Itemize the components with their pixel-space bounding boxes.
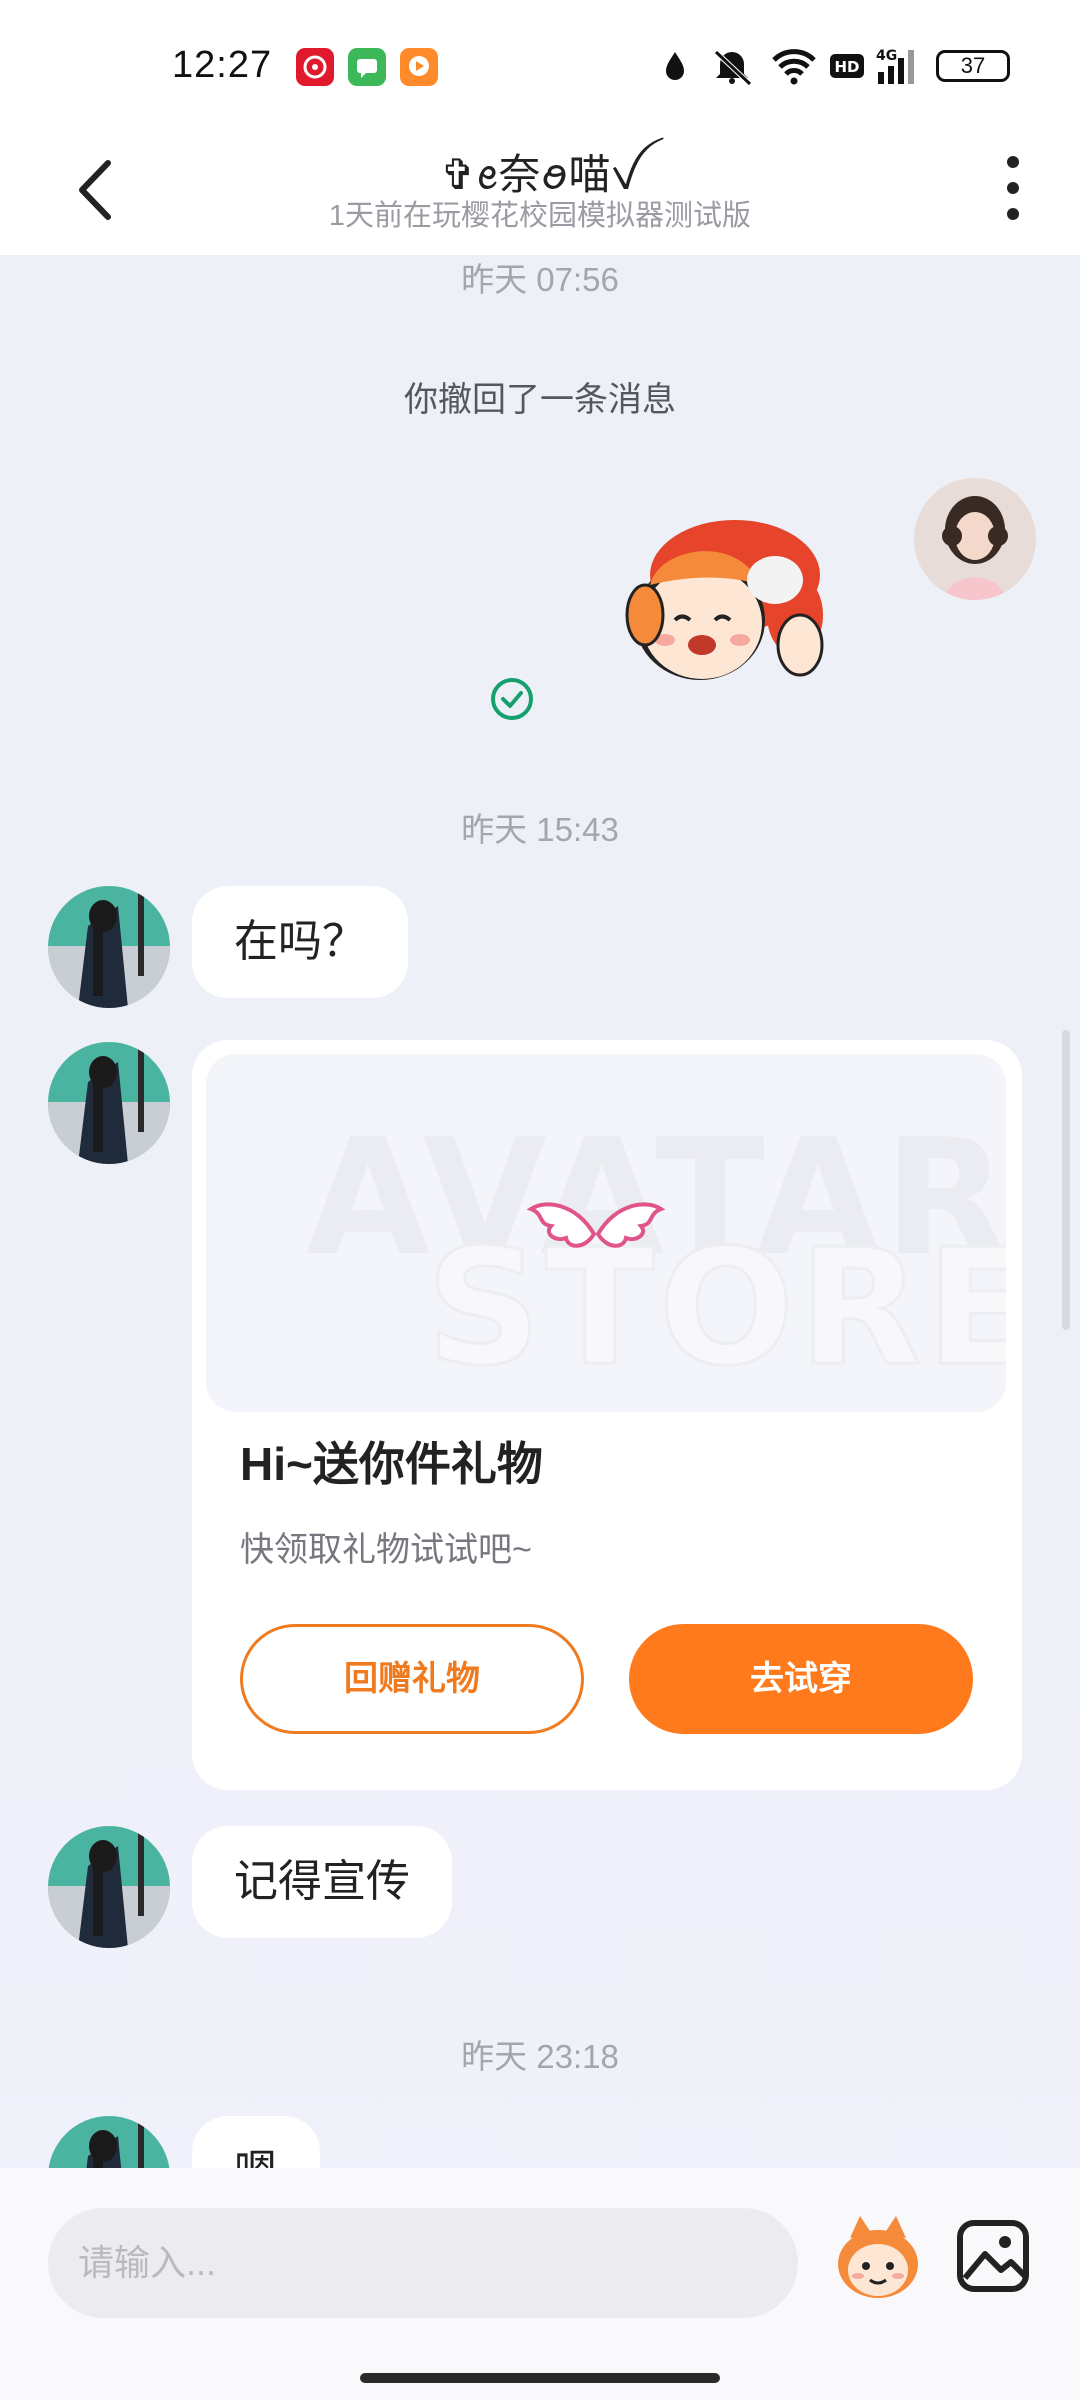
mute-icon bbox=[714, 50, 752, 86]
svg-text:4G: 4G bbox=[876, 48, 897, 64]
chat-header: ✞ꫀ奈ꪮ喵ꪜ 1天前在玩樱花校园模拟器测试版 bbox=[0, 120, 1080, 255]
gift-preview: AVATAR STORE bbox=[206, 1054, 1006, 1412]
status-time: 12:27 bbox=[172, 44, 273, 86]
timestamp: 昨天 23:18 bbox=[461, 2038, 619, 2075]
signal-icon: 4G bbox=[876, 48, 914, 84]
notification-app-icon bbox=[296, 48, 334, 86]
chat-page: 12:27 HD 4G 37 ✞ꫀ奈ꪮ喵ꪜ 1天前在玩樱花校园模拟器测试版 昨天… bbox=[0, 0, 1080, 2400]
my-avatar[interactable] bbox=[914, 478, 1036, 600]
image-picker-icon[interactable] bbox=[955, 2218, 1031, 2294]
wifi-icon bbox=[772, 49, 816, 85]
incoming-message[interactable]: 记得宣传 bbox=[192, 1826, 452, 1938]
svg-text:HD: HD bbox=[834, 58, 859, 76]
status-bar: 12:27 HD 4G 37 bbox=[0, 0, 1080, 135]
recall-notice: 你撤回了一条消息 bbox=[404, 381, 676, 419]
emoji-sticker-icon[interactable] bbox=[830, 2210, 926, 2306]
battery-icon: 37 bbox=[936, 50, 1010, 82]
message-input[interactable] bbox=[48, 2208, 798, 2318]
wings-icon bbox=[526, 1202, 666, 1248]
contact-status: 1天前在玩樱花校园模拟器测试版 bbox=[328, 200, 752, 232]
store-watermark: STORE bbox=[425, 1213, 1006, 1403]
gift-card-subtitle: 快领取礼物试试吧~ bbox=[240, 1531, 532, 1569]
return-gift-button[interactable]: 回赠礼物 bbox=[240, 1624, 584, 1734]
contact-avatar[interactable] bbox=[48, 1042, 170, 1164]
battery-level: 37 bbox=[960, 53, 986, 78]
message-app-icon bbox=[348, 48, 386, 86]
timestamp: 昨天 15:43 bbox=[461, 811, 619, 848]
try-on-button[interactable]: 去试穿 bbox=[629, 1624, 973, 1734]
scrollbar[interactable] bbox=[1062, 1030, 1070, 1330]
input-bar bbox=[0, 2168, 1080, 2400]
hd-icon: HD bbox=[830, 54, 864, 78]
gift-card-title: Hi~送你件礼物 bbox=[240, 1438, 543, 1490]
contact-avatar[interactable] bbox=[48, 886, 170, 1008]
sent-check-icon bbox=[491, 678, 533, 720]
gift-card[interactable]: AVATAR STORE Hi~送你件礼物 快领取礼物试试吧~ 回赠礼物 去试穿 bbox=[192, 1040, 1022, 1790]
sticker-image[interactable] bbox=[620, 515, 845, 695]
video-app-icon bbox=[400, 48, 438, 86]
timestamp: 昨天 07:56 bbox=[461, 261, 619, 298]
more-options-icon[interactable] bbox=[998, 148, 1028, 228]
incoming-message[interactable]: 在吗？ bbox=[192, 886, 408, 998]
contact-avatar[interactable] bbox=[48, 1826, 170, 1948]
data-saver-icon bbox=[666, 52, 684, 80]
home-indicator[interactable] bbox=[360, 2373, 720, 2383]
